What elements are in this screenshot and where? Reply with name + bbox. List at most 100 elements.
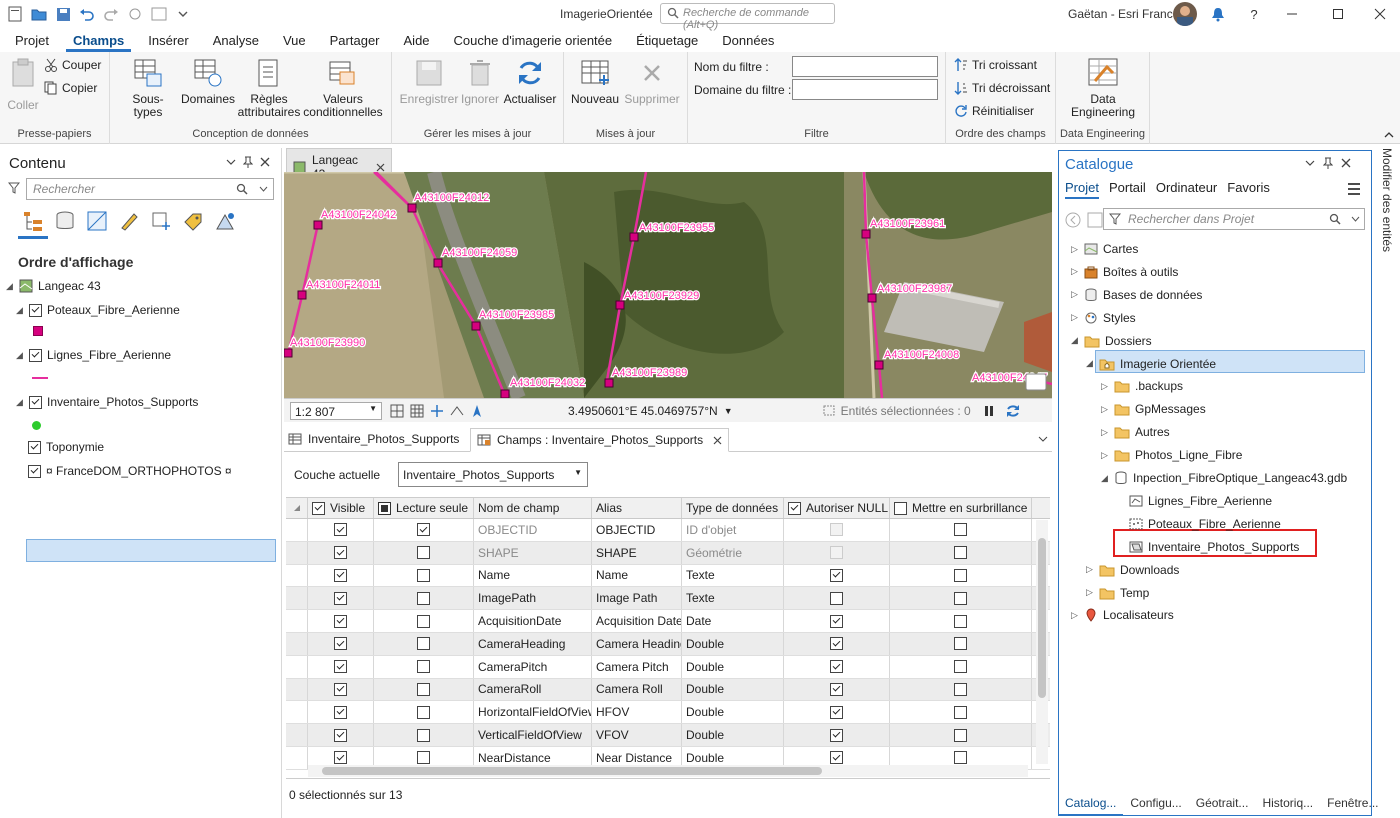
read-only-cell[interactable]: [374, 678, 474, 701]
collapse-arrow-icon[interactable]: ◢: [1086, 358, 1094, 369]
visible-cell[interactable]: [308, 678, 374, 701]
alias-cell[interactable]: VFOV: [592, 724, 682, 746]
checkbox[interactable]: [830, 568, 843, 582]
allow-null-cell[interactable]: [784, 678, 890, 701]
expand-arrow-icon[interactable]: ▷: [1071, 266, 1079, 277]
checkbox[interactable]: [830, 523, 843, 537]
tab-help[interactable]: Aide: [397, 28, 437, 52]
visible-cell[interactable]: [308, 519, 374, 541]
visible-cell[interactable]: [308, 587, 374, 610]
back-icon[interactable]: [1065, 212, 1081, 228]
checkbox[interactable]: [954, 614, 967, 628]
tab-share[interactable]: Partager: [323, 28, 387, 52]
drawing-order-icon[interactable]: [22, 210, 44, 232]
checkbox[interactable]: [334, 546, 347, 560]
checkbox[interactable]: [334, 568, 347, 582]
read-only-cell[interactable]: [374, 587, 474, 610]
tab-history[interactable]: Historiq...: [1255, 792, 1320, 816]
checkbox[interactable]: [334, 751, 347, 765]
refresh-button[interactable]: Actualiser: [502, 56, 558, 106]
highlight-cell[interactable]: [890, 610, 1032, 632]
collapse-arrow-icon[interactable]: ◢: [16, 305, 24, 316]
checkbox[interactable]: [334, 523, 347, 537]
layer-toponymy[interactable]: Toponymie: [28, 440, 104, 454]
row-selector[interactable]: [286, 632, 308, 655]
checkbox[interactable]: [417, 591, 430, 605]
select-tools-icon[interactable]: [126, 5, 144, 23]
column-data-type[interactable]: Type de données: [682, 498, 784, 518]
catalog-tab-project[interactable]: Projet: [1065, 180, 1099, 199]
highlight-cell[interactable]: [890, 678, 1032, 701]
data-engineering-button[interactable]: Data Engineering: [1068, 56, 1138, 119]
row-selector[interactable]: [286, 724, 308, 746]
sort-ascending-button[interactable]: Tri croissant: [954, 58, 1037, 72]
checkbox[interactable]: [954, 591, 967, 605]
collapse-arrow-icon[interactable]: ◢: [1071, 335, 1079, 346]
layer-visibility-checkbox[interactable]: [28, 464, 41, 478]
customize-toolbar-icon[interactable]: [174, 5, 192, 23]
row-selector[interactable]: [286, 746, 308, 769]
data-source-icon[interactable]: [54, 210, 76, 232]
new-project-icon[interactable]: [6, 5, 24, 23]
contingent-values-button[interactable]: Valeurs conditionnelles: [302, 56, 384, 119]
maximize-icon[interactable]: [1328, 4, 1348, 24]
data-type-cell[interactable]: Double: [682, 655, 784, 678]
allow-null-cell[interactable]: [784, 587, 890, 610]
tab-fields[interactable]: Champs: [65, 28, 132, 52]
close-pane-icon[interactable]: [260, 157, 270, 167]
catalog-item[interactable]: ▷ Bases de données: [1071, 288, 1202, 302]
redo-icon[interactable]: [102, 5, 120, 23]
close-tab-icon[interactable]: [713, 436, 722, 445]
close-icon[interactable]: [1370, 4, 1390, 24]
paste-button[interactable]: Coller: [6, 56, 40, 112]
checkbox[interactable]: [334, 660, 347, 674]
read-only-cell[interactable]: [374, 724, 474, 746]
highlight-cell[interactable]: [890, 655, 1032, 678]
pane-options-chevron-icon[interactable]: [226, 158, 236, 166]
pause-drawing-icon[interactable]: [983, 405, 995, 417]
header-checkbox[interactable]: [894, 501, 907, 515]
read-only-cell[interactable]: [374, 610, 474, 632]
layer-poles[interactable]: ◢ Poteaux_Fibre_Aerienne: [16, 303, 180, 317]
tab-view[interactable]: Vue: [276, 28, 313, 52]
row-selector[interactable]: [286, 655, 308, 678]
row-selector-header[interactable]: [286, 498, 308, 518]
filter-domain-input[interactable]: [792, 79, 938, 100]
catalog-item[interactable]: ▷ Styles: [1071, 311, 1136, 325]
field-name-cell[interactable]: HorizontalFieldOfView: [474, 701, 592, 724]
checkbox[interactable]: [417, 637, 430, 651]
layout-icon[interactable]: [150, 5, 168, 23]
table-row[interactable]: OBJECTID OBJECTID ID d'objet: [286, 519, 1050, 542]
horizontal-scrollbar[interactable]: [308, 765, 1028, 777]
checkbox[interactable]: [954, 660, 967, 674]
checkbox[interactable]: [334, 637, 347, 651]
layer-orthophotos[interactable]: ¤ FranceDOM_ORTHOPHOTOS ¤: [28, 464, 232, 478]
data-type-cell[interactable]: Double: [682, 724, 784, 746]
expand-arrow-icon[interactable]: ▷: [1101, 404, 1109, 415]
checkbox[interactable]: [417, 568, 430, 582]
expand-arrow-icon[interactable]: ▷: [1071, 312, 1079, 323]
field-name-cell[interactable]: Name: [474, 564, 592, 587]
filter-icon[interactable]: [1109, 213, 1121, 225]
map-view-tab[interactable]: Langeac 43: [286, 148, 392, 181]
expand-arrow-icon[interactable]: ▷: [1071, 610, 1079, 621]
catalog-item[interactable]: Poteaux_Fibre_Aerienne: [1116, 517, 1281, 531]
data-type-cell[interactable]: Double: [682, 678, 784, 701]
checkbox[interactable]: [417, 614, 430, 628]
alias-cell[interactable]: SHAPE: [592, 541, 682, 564]
read-only-cell[interactable]: [374, 519, 474, 541]
catalog-item[interactable]: ▷ Boîtes à outils: [1071, 265, 1178, 279]
alias-cell[interactable]: Camera Heading: [592, 632, 682, 655]
allow-null-cell[interactable]: [784, 655, 890, 678]
catalog-item[interactable]: ▷ Autres: [1101, 425, 1170, 439]
navigator-icon[interactable]: [1025, 373, 1047, 391]
attribute-table-tab[interactable]: Inventaire_Photos_Supports: [288, 432, 459, 446]
checkbox[interactable]: [417, 751, 430, 765]
row-selector[interactable]: [286, 678, 308, 701]
catalog-item[interactable]: ▷ Temp: [1086, 586, 1149, 600]
checkbox[interactable]: [954, 682, 967, 696]
checkbox[interactable]: [334, 682, 347, 696]
catalog-item[interactable]: ▷ Photos_Ligne_Fibre: [1101, 448, 1242, 462]
row-selector[interactable]: [286, 564, 308, 587]
checkbox[interactable]: [830, 728, 843, 742]
